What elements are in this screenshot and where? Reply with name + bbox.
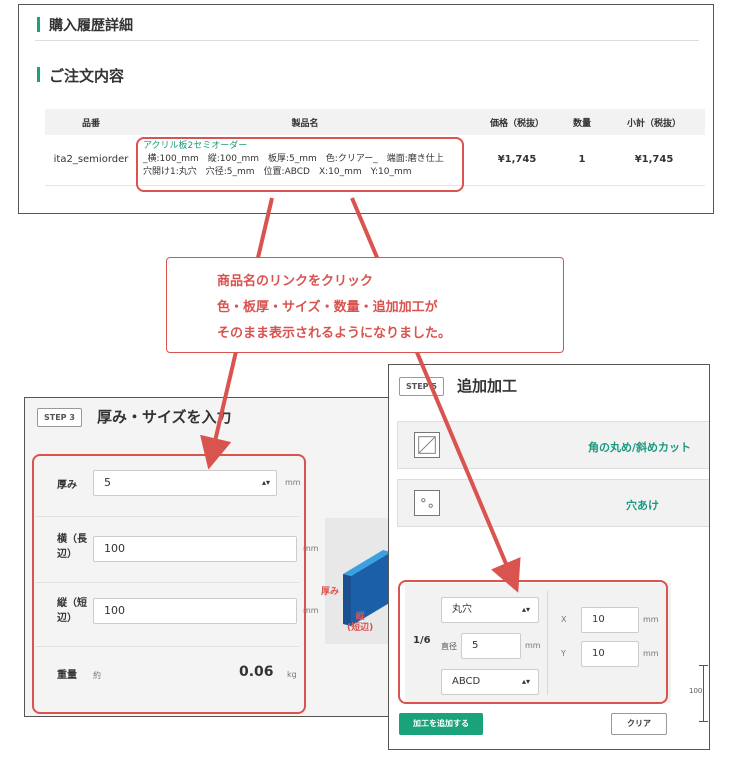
hole-icon — [414, 490, 440, 516]
heading-divider — [35, 40, 699, 41]
option-hole-label: 穴あけ — [626, 499, 659, 512]
size-form-highlight-box — [32, 454, 306, 714]
step5-badge: STEP 5 — [399, 377, 444, 396]
hole-settings-highlight-box — [398, 580, 668, 704]
col-subtotal: 小計（税抜） — [603, 109, 705, 135]
row-qty: 1 — [561, 135, 603, 186]
corner-cut-icon — [414, 432, 440, 458]
clear-button[interactable]: クリア — [611, 713, 667, 735]
callout-line3: そのまま表示されるようになりました。 — [217, 326, 452, 341]
option-corner-cut[interactable]: 角の丸め/斜めカット — [397, 421, 709, 469]
col-qty: 数量 — [561, 109, 603, 135]
callout-line1: 商品名のリンクをクリック — [217, 274, 374, 289]
option-hole[interactable]: 穴あけ — [397, 479, 709, 527]
side-dimension: 100 — [689, 687, 703, 695]
option-corner-label: 角の丸め/斜めカット — [588, 441, 692, 454]
table-header-row: 品番 製品名 価格（税抜） 数量 小計（税抜） — [45, 109, 705, 135]
dimension-tick — [699, 721, 708, 722]
row-sku: ita2_semiorder — [45, 135, 137, 186]
diagram-short-side-label: 縦 (短辺) — [347, 612, 374, 633]
explanation-callout: 商品名のリンクをクリック 色・板厚・サイズ・数量・追加加工が そのまま表示される… — [166, 257, 564, 353]
add-processing-button[interactable]: 加工を追加する — [399, 713, 483, 735]
callout-line2: 色・板厚・サイズ・数量・追加加工が — [217, 300, 438, 315]
row-price: ¥1,745 — [473, 135, 561, 186]
order-contents-heading: ご注文内容 — [37, 65, 124, 86]
step3-title: 厚み・サイズを入力 — [97, 408, 232, 426]
col-product: 製品名 — [137, 109, 473, 135]
product-highlight-box — [136, 137, 464, 192]
purchase-history-heading: 購入履歴詳細 — [37, 15, 133, 35]
dimension-line — [703, 665, 704, 721]
row-subtotal: ¥1,745 — [603, 135, 705, 186]
col-price: 価格（税抜） — [473, 109, 561, 135]
step3-badge: STEP 3 — [37, 408, 82, 427]
dimension-tick — [699, 665, 708, 666]
step5-title: 追加加工 — [457, 377, 518, 395]
col-sku: 品番 — [45, 109, 137, 135]
diagram-thickness-label: 厚み — [321, 587, 340, 597]
